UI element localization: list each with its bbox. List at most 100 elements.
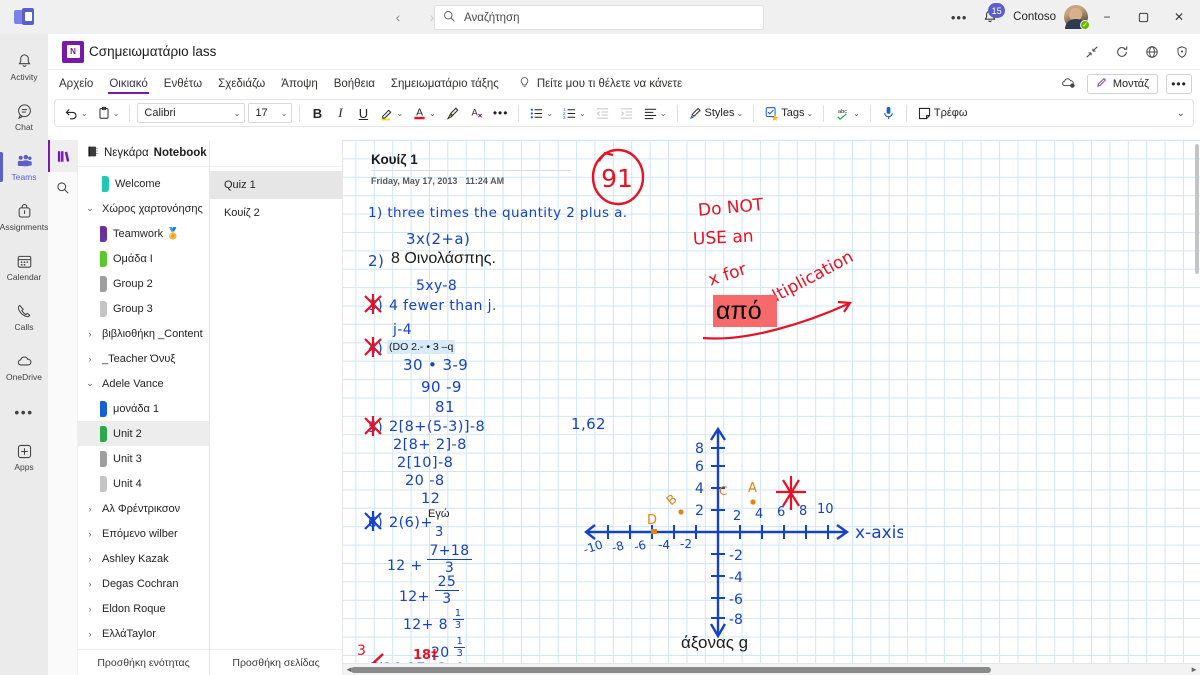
chevron-down-icon[interactable]: ⌄: [429, 109, 436, 118]
section-monada-1[interactable]: μονάδα 1: [78, 396, 209, 421]
section-group-al-fredrickson[interactable]: › Αλ Φρέντρικσον: [78, 496, 209, 521]
rail-item-chat[interactable]: Chat: [0, 92, 48, 142]
undo-button[interactable]: ⌄: [61, 102, 91, 124]
page-item-quiz-2[interactable]: Κουίζ 2: [210, 199, 342, 227]
font-name-select[interactable]: Calibri ⌄: [137, 103, 246, 123]
chevron-right-icon[interactable]: ›: [84, 629, 96, 639]
italic-button[interactable]: I: [330, 102, 350, 124]
rail-more-button[interactable]: •••: [14, 392, 33, 432]
tab-insert[interactable]: Ενθέτω: [161, 76, 205, 92]
vscroll-thumb[interactable]: [1195, 144, 1199, 274]
note-canvas[interactable]: Κουίζ 1 Friday, May 17, 2013 11:24 AM 91 …: [343, 140, 1200, 675]
align-button[interactable]: ⌄: [640, 102, 670, 124]
tab-help[interactable]: Βοήθεια: [331, 76, 378, 92]
search-input[interactable]: Αναζήτηση: [434, 5, 764, 30]
scroll-right-arrow[interactable]: ►: [1190, 665, 1198, 674]
highlight-button[interactable]: ⌄: [376, 102, 406, 124]
shield-icon[interactable]: [1174, 44, 1190, 60]
tab-file[interactable]: Αρχείο: [56, 76, 96, 92]
ribbon-overflow-button[interactable]: •••: [1166, 73, 1192, 94]
chevron-right-icon[interactable]: ›: [84, 354, 96, 364]
section-unit-3[interactable]: Unit 3: [78, 446, 209, 471]
font-size-select[interactable]: 17 ⌄: [248, 103, 293, 123]
section-unit-4[interactable]: Unit 4: [78, 471, 209, 496]
section-group-2[interactable]: Group 2: [78, 271, 209, 296]
close-button[interactable]: ✕: [1162, 0, 1196, 34]
rail-item-activity[interactable]: Activity: [0, 42, 48, 92]
add-page-button[interactable]: Προσθήκη σελίδας: [210, 649, 342, 675]
rail-item-onedrive[interactable]: OneDrive: [0, 342, 48, 392]
font-more-button[interactable]: •••: [490, 102, 512, 124]
section-group-degas-cochran[interactable]: › Degas Cochran: [78, 571, 209, 596]
section-welcome[interactable]: Welcome: [78, 171, 209, 196]
tab-class-notebook[interactable]: Σημειωματάριο τάξης: [388, 76, 502, 92]
add-section-button[interactable]: Προσθήκη ενότητας: [78, 649, 209, 675]
hscroll-thumb[interactable]: [351, 667, 991, 673]
paste-button[interactable]: ⌄: [94, 102, 123, 124]
chevron-down-icon[interactable]: ⌄: [81, 109, 88, 118]
tags-button[interactable]: Tags ⌄: [761, 102, 816, 124]
section-group-content-library[interactable]: › βιβλιοθήκη _Content: [78, 321, 209, 346]
rail-item-teams[interactable]: Teams: [0, 142, 48, 192]
section-group-taylor[interactable]: › ΕλλάTaylor: [78, 621, 209, 646]
chevron-right-icon[interactable]: ›: [84, 329, 96, 339]
section-group-wilber[interactable]: › Επόμενο wilber: [78, 521, 209, 546]
minimize-button[interactable]: −: [1090, 0, 1124, 34]
underline-button[interactable]: U: [353, 102, 373, 124]
page-item-quiz-1[interactable]: Quiz 1: [210, 171, 342, 199]
feed-button[interactable]: Τρέφω: [914, 102, 971, 124]
canvas-horizontal-scrollbar[interactable]: ◄ ►: [343, 663, 1200, 675]
rail-item-apps[interactable]: Apps: [0, 432, 48, 482]
ribbon-collapse-caret[interactable]: ⌄: [1177, 108, 1185, 119]
chevron-down-icon[interactable]: ⌄: [84, 203, 96, 214]
indent-button[interactable]: [616, 102, 637, 124]
org-name[interactable]: Contoso: [1007, 11, 1062, 23]
numbered-list-button[interactable]: 123 ⌄: [559, 102, 589, 124]
chevron-right-icon[interactable]: ›: [84, 604, 96, 614]
rail-item-calendar[interactable]: Calendar: [0, 242, 48, 292]
section-group-teacher-only[interactable]: › _Teacher Όνυξ: [78, 346, 209, 371]
avatar[interactable]: ✓: [1064, 5, 1090, 30]
tell-me-box[interactable]: Πείτε μου τι θέλετε να κάνετε: [518, 76, 682, 92]
section-teamwork[interactable]: Teamwork 🏅: [78, 221, 209, 246]
back-button[interactable]: ‹: [386, 5, 410, 29]
chevron-down-icon[interactable]: ⌄: [546, 109, 553, 118]
section-group-eldon-roque[interactable]: › Eldon Roque: [78, 596, 209, 621]
clear-formatting-button[interactable]: A: [466, 102, 487, 124]
font-color-button[interactable]: A ⌄: [409, 102, 439, 124]
rail-item-assignments[interactable]: Assignments: [0, 192, 48, 242]
chevron-down-icon[interactable]: ⌄: [113, 109, 120, 118]
rail-item-calls[interactable]: Calls: [0, 292, 48, 342]
section-group-adele-vance[interactable]: ⌄ Adele Vance: [78, 371, 209, 396]
chevron-down-icon[interactable]: ⌄: [853, 109, 860, 118]
format-painter-button[interactable]: [442, 102, 463, 124]
refresh-icon[interactable]: [1114, 44, 1130, 60]
collapse-icon[interactable]: [1084, 44, 1100, 60]
styles-button[interactable]: Styles ⌄: [685, 102, 747, 124]
section-omada-1[interactable]: Ομάδα I: [78, 246, 209, 271]
notebooks-button[interactable]: [47, 140, 78, 172]
chevron-right-icon[interactable]: ›: [84, 579, 96, 589]
section-group-ashley-kazak[interactable]: › Ashley Kazak: [78, 546, 209, 571]
outdent-button[interactable]: [592, 102, 613, 124]
section-unit-2[interactable]: Unit 2: [78, 421, 209, 446]
chevron-right-icon[interactable]: ›: [84, 504, 96, 514]
titlebar-more-button[interactable]: •••: [945, 10, 973, 25]
bold-button[interactable]: B: [307, 102, 327, 124]
cloud-sync-icon[interactable]: [1059, 75, 1079, 92]
chevron-right-icon[interactable]: ›: [84, 529, 96, 539]
tab-view[interactable]: Άποψη: [278, 76, 320, 92]
chevron-down-icon[interactable]: ⌄: [84, 378, 96, 389]
dictate-button[interactable]: [878, 102, 899, 124]
notifications-button[interactable]: 15: [975, 2, 1006, 32]
tab-home[interactable]: Οικιακό: [106, 76, 150, 94]
section-group-3[interactable]: Group 3: [78, 296, 209, 321]
chevron-right-icon[interactable]: ›: [84, 554, 96, 564]
chevron-down-icon[interactable]: ⌄: [737, 109, 744, 118]
canvas-vertical-scrollbar[interactable]: [1194, 140, 1200, 663]
notebook-search-button[interactable]: [48, 172, 78, 204]
chevron-down-icon[interactable]: ⌄: [660, 109, 667, 118]
tab-draw[interactable]: Σχεδιάζω: [215, 76, 268, 92]
note-page-title[interactable]: Κουίζ 1: [371, 152, 571, 167]
spelling-button[interactable]: abc ⌄: [831, 102, 863, 124]
